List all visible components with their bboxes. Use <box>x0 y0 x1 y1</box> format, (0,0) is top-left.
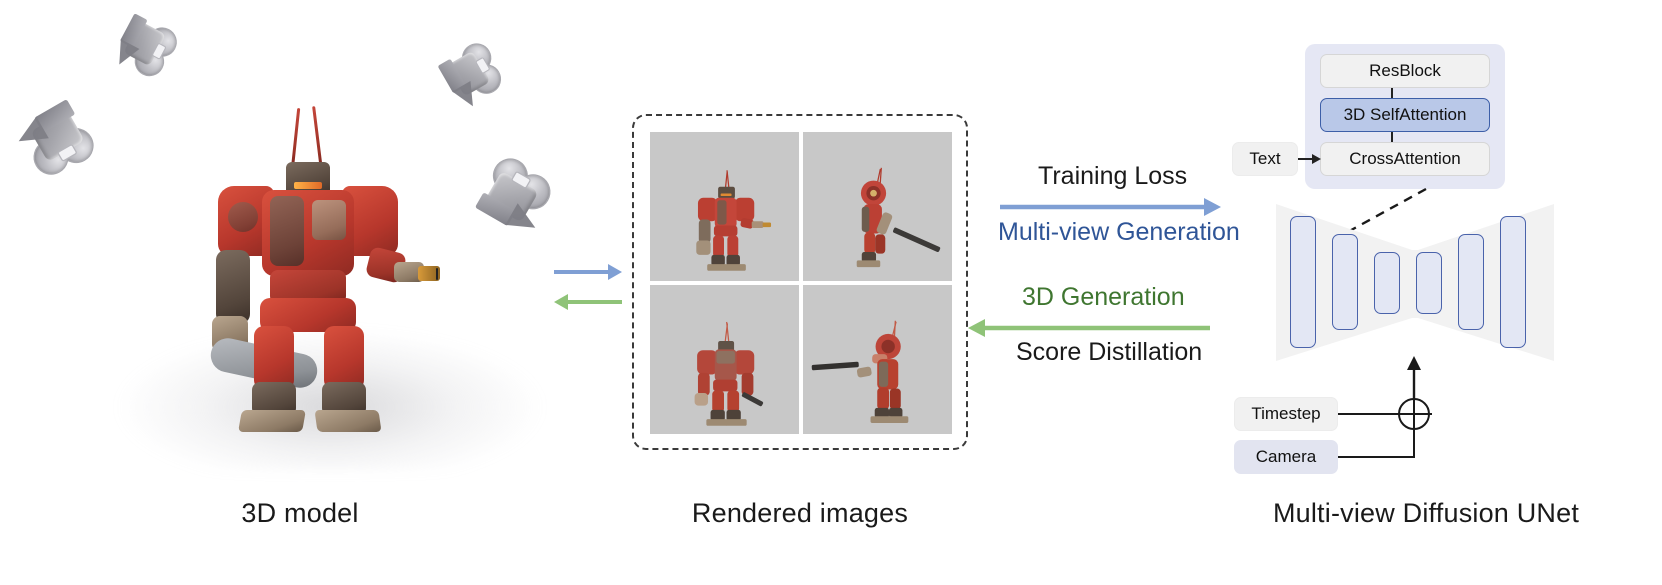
text-to-crossattention-arrow <box>1298 154 1321 164</box>
node-crossattention[interactable]: CrossAttention <box>1320 142 1490 176</box>
label-multi-view-generation: Multi-view Generation <box>998 218 1240 246</box>
unet-block-4 <box>1416 252 1442 314</box>
caption-rendered-images: Rendered images <box>691 498 909 528</box>
node-3d-selfattention[interactable]: 3D SelfAttention <box>1320 98 1490 132</box>
rendered-view-back <box>650 285 799 434</box>
input-timestep-chip[interactable]: Timestep <box>1234 397 1338 431</box>
camera-connector <box>1338 428 1415 458</box>
label-score-distillation: Score Distillation <box>1016 338 1203 366</box>
panel-rendered-images: Rendered images <box>632 114 968 528</box>
input-camera-chip[interactable]: Camera <box>1234 440 1338 474</box>
render-arrows-group <box>552 258 624 322</box>
panel-multiview-unet: ResBlock 3D SelfAttention CrossAttention… <box>1216 32 1636 528</box>
node-resblock[interactable]: ResBlock <box>1320 54 1490 88</box>
rendered-view-left <box>803 285 952 434</box>
timestep-connector <box>1338 413 1398 415</box>
rendered-view-front <box>650 132 799 281</box>
caption-3d-model: 3D model <box>241 498 359 528</box>
rendered-images-grid <box>650 132 952 434</box>
figure-canvas: 3D model Rendered images Training Loss M… <box>0 0 1662 585</box>
unet-block-5 <box>1458 234 1484 330</box>
panel-3d-model: 3D model <box>0 0 600 528</box>
unet-block-3 <box>1374 252 1400 314</box>
rendered-view-right <box>803 132 952 281</box>
backward-arrow <box>968 317 1210 339</box>
mech-robot-3d-model <box>182 106 440 440</box>
label-training-loss: Training Loss <box>1038 162 1188 190</box>
forward-arrow <box>1000 196 1222 218</box>
input-text-chip[interactable]: Text <box>1232 142 1298 176</box>
unet-block-2 <box>1332 234 1358 330</box>
caption-unet: Multi-view Diffusion UNet <box>1272 498 1580 528</box>
unet-block-1 <box>1290 216 1316 348</box>
render-backward-arrow <box>554 294 622 310</box>
unet-block-6 <box>1500 216 1526 348</box>
unet-backbone <box>1274 200 1556 365</box>
render-forward-arrow <box>554 264 622 280</box>
label-3d-generation: 3D Generation <box>1022 283 1185 311</box>
